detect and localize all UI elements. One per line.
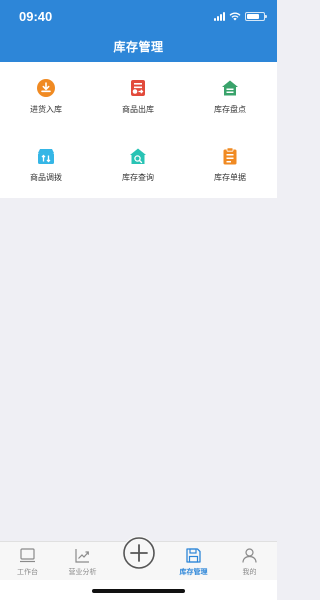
page-title: 库存管理 — [113, 40, 164, 54]
app-header: 09:40 库存管理 — [0, 0, 277, 62]
menu-item-label: 商品调拨 — [30, 173, 62, 182]
menu-item-label: 进货入库 — [30, 105, 62, 114]
tab-workbench[interactable]: 工作台 — [0, 542, 55, 581]
wifi-icon — [229, 12, 241, 20]
menu-item-label: 库存盘点 — [214, 105, 246, 114]
transfer-icon — [38, 149, 54, 164]
menu-item-label: 商品出库 — [122, 105, 154, 114]
menu-item-inventory-search[interactable]: 库存查询 — [92, 130, 184, 190]
status-icons — [214, 11, 267, 21]
stock-in-icon — [37, 79, 55, 97]
analysis-icon — [75, 549, 89, 563]
tab-label: 库存管理 — [179, 569, 208, 576]
menu-item-inventory-check[interactable]: 库存盘点 — [184, 62, 276, 122]
workbench-icon — [20, 548, 35, 563]
cellular-signal-icon — [214, 11, 225, 21]
menu-item-label: 库存单据 — [214, 173, 246, 182]
add-button[interactable] — [122, 536, 156, 570]
stock-out-icon — [131, 80, 145, 96]
status-bar: 09:40 — [0, 0, 277, 30]
tab-label: 工作台 — [17, 569, 38, 576]
tab-label: 我的 — [242, 569, 257, 576]
menu-item-inventory-document[interactable]: 库存单据 — [184, 130, 276, 190]
status-time: 09:40 — [19, 9, 53, 24]
tab-mine[interactable]: 我的 — [222, 542, 277, 581]
inventory-check-icon — [222, 80, 238, 96]
user-icon — [242, 548, 257, 563]
inventory-document-icon — [223, 147, 237, 165]
menu-item-label: 库存查询 — [122, 173, 154, 182]
battery-icon — [245, 11, 267, 21]
menu-grid: 进货入库 商品出库 库存盘点 商品调拨 库存查询 库存单据 — [0, 62, 277, 198]
tab-label: 营业分析 — [68, 569, 97, 576]
tab-inventory[interactable]: 库存管理 — [166, 542, 221, 581]
plus-circle-icon — [123, 537, 155, 569]
menu-item-stock-out[interactable]: 商品出库 — [92, 62, 184, 122]
inventory-save-icon — [186, 548, 201, 563]
tab-analysis[interactable]: 营业分析 — [55, 542, 110, 581]
menu-item-stock-in[interactable]: 进货入库 — [0, 62, 92, 122]
home-indicator — [92, 589, 185, 593]
inventory-search-icon — [130, 148, 146, 164]
menu-item-transfer[interactable]: 商品调拨 — [0, 130, 92, 190]
